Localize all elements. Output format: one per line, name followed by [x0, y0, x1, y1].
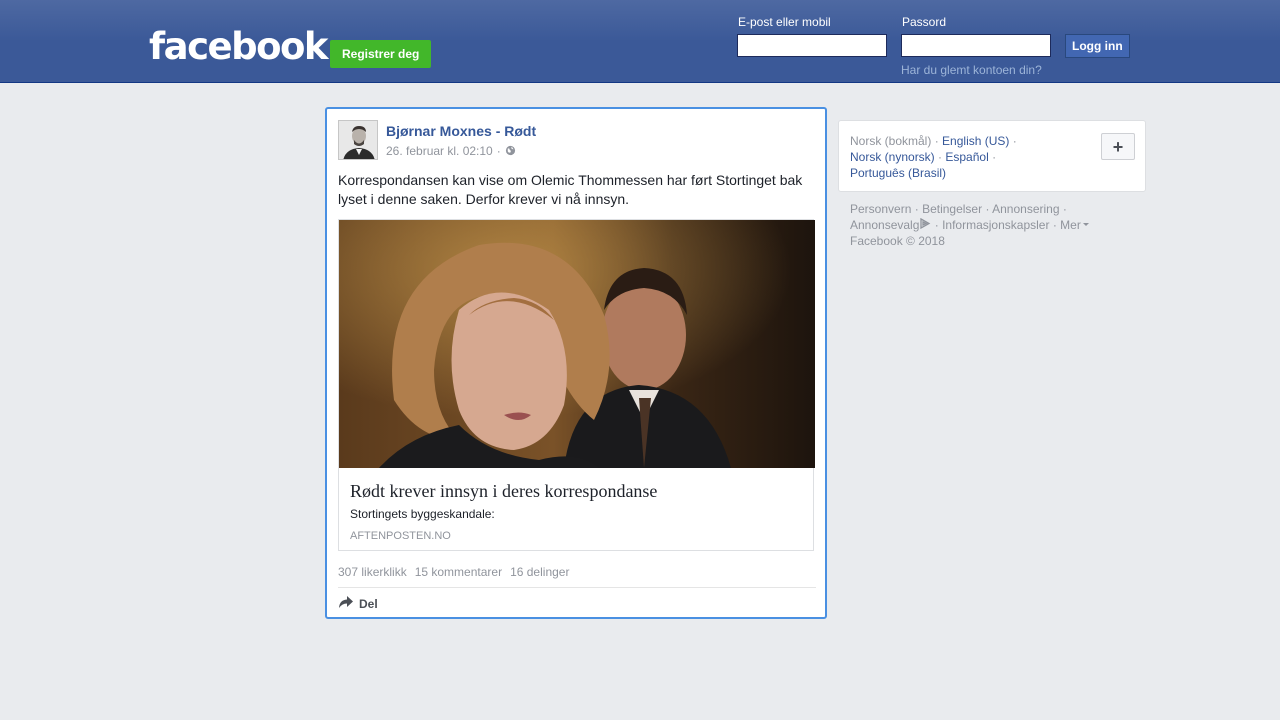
copyright: Facebook © 2018 [850, 234, 945, 248]
shares-count[interactable]: 16 delinger [510, 565, 569, 579]
top-bar: facebook Registrer deg E-post eller mobi… [0, 0, 1280, 83]
share-arrow-icon [338, 595, 354, 612]
post-card: Bjørnar Moxnes - Rødt 26. februar kl. 02… [325, 107, 827, 619]
language-option[interactable]: Português (Brasil) [850, 166, 946, 180]
password-label: Passord [902, 15, 947, 29]
facebook-logo[interactable]: facebook [149, 26, 329, 68]
meta-separator: · [496, 144, 501, 158]
register-button[interactable]: Registrer deg [330, 40, 432, 68]
language-box: Norsk (bokmål) · English (US) · Norsk (n… [838, 120, 1146, 192]
globe-icon[interactable] [505, 145, 517, 157]
post-author[interactable]: Bjørnar Moxnes - Rødt [386, 123, 536, 139]
link-description: Stortingets byggeskandale: [350, 507, 495, 521]
link-preview[interactable]: Rødt krever innsyn i deres korrespondans… [338, 219, 815, 551]
login-button[interactable]: Logg inn [1065, 34, 1130, 58]
post-text: Korrespondansen kan vise om Olemic Thomm… [338, 172, 803, 207]
language-current: Norsk (bokmål) [850, 134, 932, 148]
footer-link-adchoices[interactable]: Annonsevalg [850, 217, 931, 232]
post-meta: 26. februar kl. 02:10 · [386, 144, 517, 158]
email-label: E-post eller mobil [738, 15, 831, 29]
likes-count[interactable]: 307 likerklikk [338, 565, 407, 579]
post-stats: 307 likerklikk 15 kommentarer 16 delinge… [338, 565, 569, 579]
chevron-down-icon [1082, 223, 1089, 226]
divider [338, 587, 816, 588]
post-timestamp[interactable]: 26. februar kl. 02:10 [386, 144, 493, 158]
footer-link-terms[interactable]: Betingelser [922, 202, 982, 216]
avatar[interactable] [338, 120, 378, 160]
link-domain: AFTENPOSTEN.NO [350, 530, 451, 542]
footer-link-privacy[interactable]: Personvern [850, 202, 911, 216]
language-option[interactable]: English (US) [942, 134, 1009, 148]
share-label: Del [359, 596, 378, 611]
password-field[interactable] [901, 34, 1051, 57]
footer-link-more[interactable]: Mer [1060, 218, 1089, 232]
footer-link-advertising[interactable]: Annonsering [992, 202, 1059, 216]
link-title[interactable]: Rødt krever innsyn i deres korrespondans… [350, 481, 657, 502]
email-field[interactable] [737, 34, 887, 57]
footer-link-cookies[interactable]: Informasjonskapsler [942, 218, 1049, 232]
language-list: Norsk (bokmål) · English (US) · Norsk (n… [850, 134, 1017, 180]
adchoices-icon [919, 217, 931, 230]
footer-links: Personvern · Betingelser · Annonsering ·… [850, 201, 1140, 249]
link-preview-image[interactable] [339, 220, 815, 468]
plus-icon: + [1112, 136, 1124, 157]
forgot-account-link[interactable]: Har du glemt kontoen din? [901, 63, 1042, 77]
language-option[interactable]: Español [945, 150, 988, 164]
share-button[interactable]: Del [338, 595, 378, 612]
language-option[interactable]: Norsk (nynorsk) [850, 150, 935, 164]
add-language-button[interactable]: + [1101, 133, 1135, 160]
comments-count[interactable]: 15 kommentarer [415, 565, 502, 579]
